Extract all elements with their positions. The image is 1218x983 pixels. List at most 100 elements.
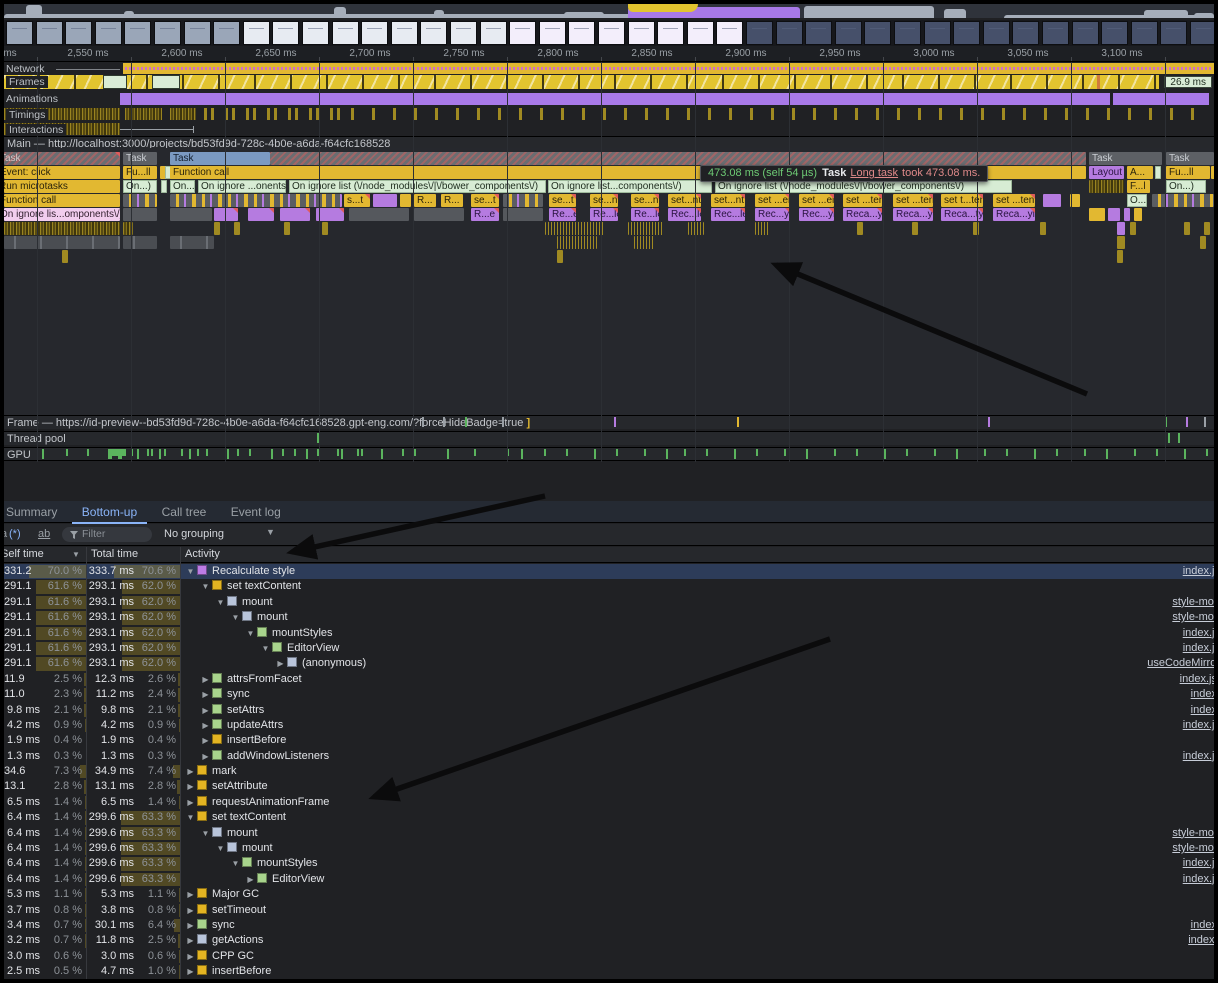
filmstrip-thumbnail[interactable]: [687, 21, 714, 45]
activity-label[interactable]: Major GC: [212, 888, 259, 900]
source-link[interactable]: index.js: [1183, 564, 1214, 579]
flame-block[interactable]: Rec...yle: [799, 208, 834, 221]
flame-block[interactable]: [688, 222, 704, 235]
track-timings[interactable]: Timings: [4, 108, 1214, 120]
flame-block[interactable]: [62, 250, 68, 263]
flame-block[interactable]: set...nt: [711, 194, 745, 207]
activity-label[interactable]: mountStyles: [272, 627, 333, 639]
activity-label[interactable]: updateAttrs: [227, 719, 283, 731]
source-link[interactable]: style-mod: [1172, 610, 1214, 625]
filmstrip-thumbnail[interactable]: [776, 21, 803, 45]
flame-block[interactable]: set ...tent: [993, 194, 1035, 207]
flame-block[interactable]: [248, 208, 274, 221]
collapse-icon[interactable]: ▼: [184, 810, 197, 825]
flame-block[interactable]: [1200, 236, 1206, 249]
flame-block[interactable]: [170, 236, 214, 249]
filmstrip-thumbnail[interactable]: [716, 21, 743, 45]
table-row[interactable]: 1.9 ms0.4 %1.9 ms0.4 %▶insertBefore: [4, 733, 1214, 748]
activity-label[interactable]: addWindowListeners: [227, 750, 329, 762]
regex-icon[interactable]: (*): [9, 528, 21, 540]
flame-block[interactable]: [349, 208, 409, 221]
flame-block[interactable]: [1089, 208, 1105, 221]
source-link[interactable]: style-mod: [1172, 595, 1214, 610]
expand-icon[interactable]: ▶: [199, 749, 212, 764]
flame-block[interactable]: F...l: [1127, 180, 1150, 193]
flame-block[interactable]: [973, 222, 979, 235]
activity-label[interactable]: (anonymous): [302, 657, 366, 669]
table-row[interactable]: 291.1 ms61.6 %293.1 ms62.0 %▼set textCon…: [4, 579, 1214, 594]
flame-block[interactable]: se...t: [471, 194, 499, 207]
filmstrip-thumbnail[interactable]: [95, 21, 122, 45]
activity-label[interactable]: CPP GC: [212, 950, 254, 962]
flame-block[interactable]: [857, 222, 863, 235]
flame-block[interactable]: [1152, 194, 1214, 207]
flame-block[interactable]: Event: click: [4, 166, 120, 179]
flame-block[interactable]: Run microtasks: [4, 180, 120, 193]
track-animations[interactable]: Animations: [4, 92, 1214, 105]
filmstrip-thumbnail[interactable]: [864, 21, 891, 45]
flame-block[interactable]: [1155, 166, 1161, 179]
flame-block[interactable]: [400, 194, 411, 207]
frame-idle-block[interactable]: [152, 75, 180, 89]
flame-block[interactable]: [503, 208, 543, 221]
flame-block[interactable]: [123, 236, 157, 249]
table-row[interactable]: 11.0 ms2.3 %11.2 ms2.4 %▶syncindex.: [4, 687, 1214, 702]
filmstrip-thumbnail[interactable]: [36, 21, 63, 45]
table-row[interactable]: 3.2 ms0.7 %11.8 ms2.5 %▶getActionsindex.…: [4, 933, 1214, 948]
flame-block[interactable]: Fu...ll: [1166, 166, 1210, 179]
filmstrip-thumbnail[interactable]: [213, 21, 240, 45]
table-row[interactable]: 291.1 ms61.6 %293.1 ms62.0 %▼mountstyle-…: [4, 610, 1214, 625]
filmstrip-thumbnail[interactable]: [1160, 21, 1187, 45]
flame-block[interactable]: [545, 222, 605, 235]
filmstrip-thumbnail[interactable]: [657, 21, 684, 45]
expand-icon[interactable]: ▶: [184, 918, 197, 933]
expand-icon[interactable]: ▶: [184, 795, 197, 810]
activity-label[interactable]: mount: [242, 596, 273, 608]
expand-icon[interactable]: ▶: [184, 779, 197, 794]
flame-block[interactable]: R...: [441, 194, 463, 207]
source-link[interactable]: index.js: [1183, 718, 1214, 733]
flame-block[interactable]: Task: [170, 152, 270, 165]
table-row[interactable]: 6.5 ms1.4 %6.5 ms1.4 %▶requestAnimationF…: [4, 795, 1214, 810]
flame-block[interactable]: R...: [414, 194, 436, 207]
collapse-icon[interactable]: ▼: [259, 641, 272, 656]
tab-summary[interactable]: Summary: [4, 501, 67, 522]
expand-icon[interactable]: ▶: [199, 718, 212, 733]
flame-block[interactable]: On...): [1166, 180, 1206, 193]
collapse-icon[interactable]: ▼: [214, 595, 227, 610]
frame-idle-block[interactable]: [103, 75, 127, 89]
filmstrip-thumbnail[interactable]: [894, 21, 921, 45]
flame-block[interactable]: [503, 194, 543, 207]
activity-label[interactable]: mark: [212, 765, 236, 777]
activity-label[interactable]: setAttrs: [227, 704, 264, 716]
table-row[interactable]: 1.3 ms0.3 %1.3 ms0.3 %▶addWindowListener…: [4, 749, 1214, 764]
source-link[interactable]: style-mod: [1172, 841, 1214, 856]
activity-label[interactable]: insertBefore: [227, 734, 286, 746]
flame-block[interactable]: [1108, 208, 1120, 221]
collapse-icon[interactable]: ▼: [229, 856, 242, 871]
collapse-icon[interactable]: ▼: [244, 626, 257, 641]
flame-block[interactable]: set ...ent: [799, 194, 834, 207]
flame-block[interactable]: s...t: [344, 194, 370, 207]
table-row[interactable]: 11.9 ms2.5 %12.3 ms2.6 %▶attrsFromFaceti…: [4, 672, 1214, 687]
screenshot-filmstrip[interactable]: [4, 20, 1214, 46]
animations-bar-2[interactable]: [1113, 93, 1209, 105]
source-link[interactable]: index.js: [1183, 749, 1214, 764]
flame-block[interactable]: Re...le: [631, 208, 659, 221]
flame-block[interactable]: se...nt: [590, 194, 618, 207]
activity-label[interactable]: setAttribute: [212, 780, 268, 792]
flame-block[interactable]: set ...tent: [843, 194, 882, 207]
source-link[interactable]: index.js: [1183, 856, 1214, 871]
flame-block[interactable]: Re...e: [549, 208, 576, 221]
activity-label[interactable]: Recalculate style: [212, 565, 295, 577]
filmstrip-thumbnail[interactable]: [450, 21, 477, 45]
flame-block[interactable]: [557, 236, 597, 249]
table-row[interactable]: 331.2 ms70.0 %333.7 ms70.6 %▼Recalculate…: [4, 564, 1214, 579]
flame-block[interactable]: [1117, 236, 1125, 249]
activity-label[interactable]: EditorView: [272, 873, 324, 885]
expand-icon[interactable]: ▶: [184, 764, 197, 779]
filmstrip-thumbnail[interactable]: [835, 21, 862, 45]
flame-block[interactable]: [316, 208, 344, 221]
flame-block[interactable]: Rec...le: [668, 208, 701, 221]
flame-block[interactable]: set...nt: [668, 194, 701, 207]
